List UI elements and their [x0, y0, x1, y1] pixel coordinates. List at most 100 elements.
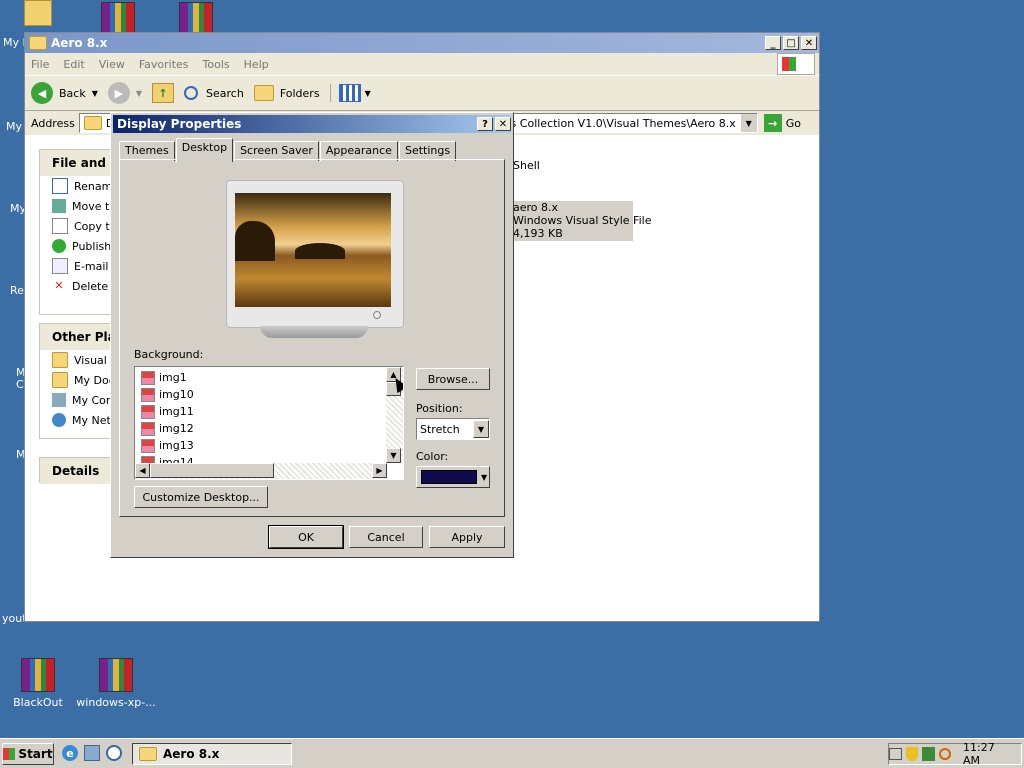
list-item[interactable]: img1: [137, 369, 385, 386]
help-button[interactable]: ?: [477, 117, 493, 131]
shell-folder-label[interactable]: Shell: [513, 159, 540, 172]
chevron-down-icon: ▼: [135, 88, 143, 98]
winrar-icon: [101, 2, 135, 36]
start-button[interactable]: Start: [2, 743, 54, 765]
selected-file[interactable]: aero 8.x Windows Visual Style File 4,193…: [511, 201, 652, 241]
folders-icon: [253, 85, 274, 101]
desktop-edge-label: C: [16, 378, 24, 391]
go-label: Go: [785, 116, 801, 130]
search-icon[interactable]: [939, 748, 952, 760]
maximize-button[interactable]: □: [783, 36, 799, 50]
network-icon: [52, 413, 66, 427]
delete-x-icon: ✕: [54, 279, 64, 292]
chevron-down-icon[interactable]: ▼: [473, 420, 489, 438]
scroll-down-button[interactable]: ▼: [386, 448, 401, 463]
desktop-edge-label: My: [6, 120, 23, 133]
cancel-button[interactable]: Cancel: [349, 526, 423, 548]
desktop-edge-label: Re: [10, 284, 24, 297]
go-button[interactable]: → Go: [763, 114, 801, 132]
folders-button[interactable]: Folders: [253, 85, 320, 101]
display-properties-dialog: Display Properties ? ✕ Themes Desktop Sc…: [110, 112, 514, 558]
internet-explorer-icon[interactable]: e: [62, 745, 78, 761]
clock[interactable]: 11:27 AM: [963, 741, 1013, 767]
browse-button[interactable]: Browse...: [416, 368, 490, 390]
go-arrow-icon: →: [763, 114, 782, 132]
shield-icon[interactable]: [906, 747, 918, 761]
tab-themes[interactable]: Themes: [119, 141, 175, 161]
tab-screen-saver[interactable]: Screen Saver: [234, 141, 319, 161]
file-type: Windows Visual Style File: [513, 214, 652, 227]
tab-desktop[interactable]: Desktop: [175, 138, 234, 162]
up-folder-button[interactable]: ↑: [152, 83, 175, 103]
start-label: Start: [18, 747, 53, 761]
horizontal-scrollbar[interactable]: ◀ ▶: [135, 463, 387, 479]
desktop-edge-label: yout: [2, 612, 27, 625]
list-item[interactable]: img12: [137, 420, 385, 437]
taskbar-item-aero[interactable]: Aero 8.x: [132, 743, 292, 765]
place-label: My Doc: [74, 373, 115, 387]
list-item[interactable]: img11: [137, 403, 385, 420]
folders-label: Folders: [279, 86, 320, 100]
menu-help[interactable]: Help: [244, 58, 269, 71]
ok-button[interactable]: OK: [268, 525, 344, 549]
back-button[interactable]: ◀ Back ▼: [31, 82, 98, 104]
copy-icon: [52, 218, 68, 234]
folder-icon: [24, 0, 52, 26]
winrar-icon: [99, 658, 133, 692]
chevron-down-icon: ▼: [364, 88, 371, 98]
tab-appearance[interactable]: Appearance: [319, 141, 398, 161]
dialog-titlebar[interactable]: Display Properties ? ✕: [113, 115, 511, 133]
forward-button[interactable]: ▶ ▼: [107, 82, 143, 104]
network-icon[interactable]: [921, 747, 936, 761]
search-label: Search: [206, 86, 244, 100]
list-item-label: img1: [159, 371, 187, 384]
position-value: Stretch: [420, 422, 460, 436]
menu-favorites[interactable]: Favorites: [139, 58, 189, 71]
image-file-icon: [141, 370, 155, 385]
customize-desktop-button[interactable]: Customize Desktop...: [134, 486, 268, 508]
address-dropdown-button[interactable]: ▼: [739, 114, 757, 132]
forward-arrow-icon: ▶: [107, 82, 130, 104]
close-button[interactable]: ✕: [801, 36, 817, 50]
folder-icon: [139, 747, 157, 761]
explorer-titlebar[interactable]: Aero 8.x _ □ ✕: [25, 33, 819, 53]
media-player-icon[interactable]: [106, 745, 122, 761]
keyboard-icon[interactable]: [889, 748, 903, 760]
desktop-tab-panel: Background: img1 img10 img11 img12 img13…: [119, 159, 505, 517]
menu-file[interactable]: File: [31, 58, 49, 71]
scroll-right-button[interactable]: ▶: [372, 463, 387, 478]
color-picker-button[interactable]: ▼: [416, 466, 490, 488]
winrar-icon: [179, 2, 213, 36]
menu-view[interactable]: View: [99, 58, 125, 71]
dialog-close-button[interactable]: ✕: [495, 117, 511, 131]
tab-settings[interactable]: Settings: [398, 141, 457, 161]
search-button[interactable]: Search: [184, 86, 244, 100]
background-list[interactable]: img1 img10 img11 img12 img13 img14 ▲ ▼ ◀…: [134, 366, 404, 480]
menu-tools[interactable]: Tools: [203, 58, 230, 71]
windows-flag-icon: [3, 748, 16, 760]
windows-flag-icon: [777, 53, 815, 75]
list-item[interactable]: img13: [137, 437, 385, 454]
position-label: Position:: [416, 402, 463, 415]
menu-edit[interactable]: Edit: [63, 58, 84, 71]
scroll-left-button[interactable]: ◀: [135, 463, 150, 478]
desktop-icon-label: windows-xp-...: [76, 696, 156, 709]
position-select[interactable]: Stretch ▼: [416, 418, 490, 440]
computer-icon: [52, 393, 66, 407]
image-file-icon: [141, 404, 155, 419]
views-button[interactable]: ▼: [329, 84, 371, 102]
chevron-down-icon: ▼: [481, 472, 488, 482]
list-item[interactable]: img10: [137, 386, 385, 403]
image-file-icon: [141, 387, 155, 402]
image-file-icon: [141, 421, 155, 436]
minimize-button[interactable]: _: [765, 36, 781, 50]
folder-icon: [52, 372, 68, 388]
list-item-label: img12: [159, 422, 194, 435]
apply-button[interactable]: Apply: [429, 526, 505, 548]
monitor-preview: [226, 180, 404, 328]
desktop-icon-windows-xp[interactable]: windows-xp-...: [76, 658, 156, 709]
monitor-button-icon: [373, 311, 381, 319]
show-desktop-icon[interactable]: [84, 745, 100, 761]
desktop-icon-blackout[interactable]: BlackOut: [0, 658, 76, 709]
h-scroll-thumb[interactable]: [150, 463, 274, 478]
